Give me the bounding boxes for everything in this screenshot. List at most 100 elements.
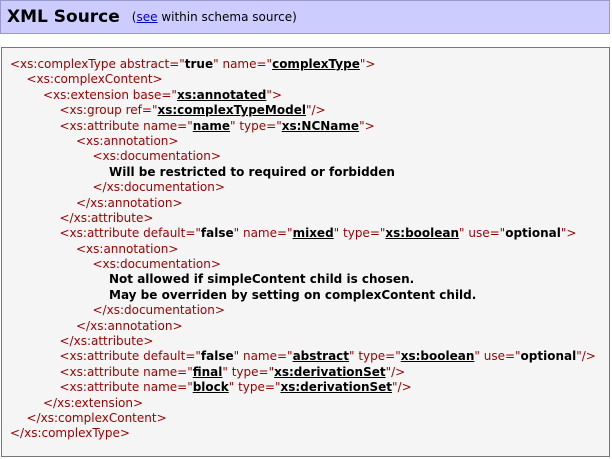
xml-attribute: " type="	[230, 118, 282, 133]
xml-line: </xs:extension>	[10, 396, 609, 411]
xml-tag: </xs:extension>	[43, 395, 144, 410]
documentation-text: Not allowed if simpleContent child is ch…	[109, 272, 415, 287]
xml-tag: >	[271, 87, 282, 102]
xml-line: <xs:annotation>	[10, 134, 609, 149]
xml-line: <xs:attribute name="final" type="xs:deri…	[10, 365, 609, 380]
xml-attribute: " type="	[222, 364, 275, 379]
xml-line: <xs:annotation>	[10, 242, 609, 257]
xml-line: <xs:documentation>	[10, 149, 609, 164]
xml-line: <xs:group ref="xs:complexTypeModel"/>	[10, 103, 609, 118]
xml-line: Not allowed if simpleContent child is ch…	[10, 272, 609, 287]
xml-tag: <xs:complexType	[10, 57, 120, 71]
xml-value-link[interactable]: final	[193, 365, 223, 379]
xml-value-link[interactable]: xs:annotated	[177, 88, 266, 102]
xml-value-link[interactable]: abstract	[293, 349, 349, 363]
xml-tag: />	[397, 380, 412, 395]
xml-attribute-value: false	[200, 226, 234, 241]
xml-line: </xs:documentation>	[10, 180, 609, 195]
xml-tag: </xs:documentation>	[92, 303, 225, 318]
xml-value-link[interactable]: xs:complexTypeModel	[157, 103, 305, 117]
xml-tag: <xs:attribute	[59, 364, 144, 379]
xml-tag: <xs:annotation>	[76, 241, 179, 256]
xml-line: </xs:annotation>	[10, 319, 609, 334]
section-header: XML Source (see within schema source)	[0, 0, 610, 34]
xml-tag: </xs:attribute>	[59, 334, 154, 349]
xml-attribute: default="	[143, 226, 201, 241]
xml-line: </xs:attribute>	[10, 211, 609, 226]
xml-tag: <xs:annotation>	[76, 133, 179, 148]
xml-value-link[interactable]: xs:derivationSet	[274, 365, 386, 379]
xml-tag: </xs:complexContent>	[26, 410, 167, 425]
see-schema-source-link[interactable]: see	[136, 10, 157, 24]
xml-tag: />	[391, 364, 406, 379]
xml-attribute-value: optional	[505, 226, 561, 241]
xml-attribute: name="	[143, 118, 193, 133]
xml-attribute: " type="	[349, 349, 401, 364]
xml-tag: </xs:documentation>	[92, 180, 225, 195]
xml-line: May be overriden by setting on complexCo…	[10, 288, 609, 303]
xml-attribute: default="	[143, 349, 201, 364]
xml-tag: >	[365, 57, 376, 71]
xml-tag: </xs:annotation>	[76, 318, 183, 333]
xml-attribute: " name="	[213, 57, 273, 71]
xml-line: <xs:complexContent>	[10, 72, 609, 87]
xml-attribute: " name="	[233, 226, 293, 241]
documentation-text: Will be restricted to required or forbid…	[109, 164, 395, 179]
xml-line: </xs:attribute>	[10, 334, 609, 349]
xml-tag: <xs:documentation>	[92, 149, 221, 164]
xml-attribute: abstract="	[119, 57, 185, 71]
xml-tag: </xs:attribute>	[59, 210, 154, 225]
xml-tag: <xs:group	[59, 103, 126, 118]
xml-tag: </xs:complexType>	[10, 426, 130, 441]
xml-line: <xs:attribute name="name" type="xs:NCNam…	[10, 119, 609, 134]
xml-attribute: ref="	[125, 103, 158, 118]
xml-line: <xs:extension base="xs:annotated">	[10, 88, 609, 103]
xml-line: </xs:annotation>	[10, 196, 609, 211]
xml-tag: <xs:extension	[43, 87, 133, 102]
xml-attribute-value: optional	[520, 349, 577, 364]
xml-attribute: " use="	[474, 349, 521, 364]
xml-tag: <xs:attribute	[59, 349, 144, 364]
xml-value-link[interactable]: complexType	[272, 57, 360, 71]
xml-tag: />	[311, 103, 326, 118]
note-suffix: within schema source)	[157, 10, 297, 24]
xml-attribute: name="	[143, 380, 193, 395]
xml-attribute-value: false	[200, 349, 234, 364]
xml-tag: <xs:documentation>	[92, 257, 221, 272]
xml-line: Will be restricted to required or forbid…	[10, 165, 609, 180]
xml-attribute: " name="	[233, 349, 293, 364]
xml-attribute: base="	[132, 87, 177, 102]
section-title: XML Source	[7, 7, 120, 27]
xml-source-box: <xs:complexType abstract="true" name="co…	[1, 47, 610, 457]
xml-line: </xs:complexContent>	[10, 411, 609, 426]
xml-attribute: " use="	[459, 226, 506, 241]
xml-tag: <xs:attribute	[59, 380, 144, 395]
xml-line: </xs:complexType>	[10, 426, 609, 441]
documentation-text: May be overriden by setting on complexCo…	[109, 287, 477, 302]
xml-tag: <xs:attribute	[59, 226, 144, 241]
xml-value-link[interactable]: xs:derivationSet	[280, 380, 392, 394]
xml-attribute-value: true	[184, 57, 214, 71]
xml-tag: >	[364, 118, 375, 133]
xml-line: <xs:attribute name="block" type="xs:deri…	[10, 380, 609, 395]
xml-tag: >	[566, 226, 577, 241]
xml-attribute: " type="	[228, 380, 281, 395]
xml-value-link[interactable]: xs:boolean	[385, 226, 459, 240]
xml-line: <xs:documentation>	[10, 257, 609, 272]
schema-source-note: (see within schema source)	[132, 10, 297, 24]
xml-value-link[interactable]: mixed	[293, 226, 334, 240]
xml-line: </xs:documentation>	[10, 303, 609, 318]
xml-attribute: name="	[143, 364, 193, 379]
xml-tag: <xs:complexContent>	[26, 72, 163, 87]
xml-value-link[interactable]: block	[193, 380, 229, 394]
xml-attribute: " type="	[333, 226, 386, 241]
xml-value-link[interactable]: xs:boolean	[401, 349, 475, 363]
xml-tag: />	[581, 349, 596, 364]
xml-line: <xs:complexType abstract="true" name="co…	[10, 57, 609, 72]
xml-tag: <xs:attribute	[59, 118, 144, 133]
xml-tag: </xs:annotation>	[76, 195, 183, 210]
xml-line: <xs:attribute default="false" name="abst…	[10, 349, 609, 364]
xml-value-link[interactable]: xs:NCName	[282, 119, 359, 133]
xml-value-link[interactable]: name	[193, 119, 230, 133]
xml-line: <xs:attribute default="false" name="mixe…	[10, 226, 609, 241]
